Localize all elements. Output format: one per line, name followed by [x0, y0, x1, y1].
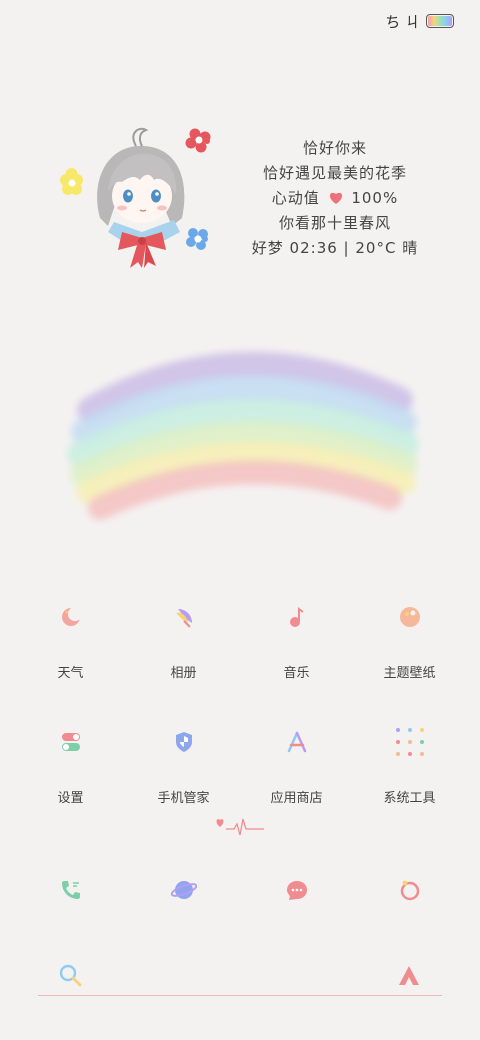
rainbow-battery-icon — [426, 14, 454, 28]
music-note-icon — [277, 597, 317, 637]
red-flower-icon — [185, 128, 211, 153]
poem-line-2: 恰好遇见最美的花季 — [262, 164, 407, 182]
app-theme-wallpaper[interactable]: 主题壁纸 — [353, 597, 466, 681]
app-music[interactable]: 音乐 — [240, 597, 353, 681]
heartbeat-divider-icon — [216, 818, 264, 836]
app-label: 手机管家 — [157, 791, 210, 806]
phone-icon — [51, 868, 91, 912]
message-bubble-icon — [277, 868, 317, 912]
feather-album-icon — [164, 597, 204, 637]
app-browser[interactable] — [127, 868, 240, 912]
app-camera[interactable] — [353, 868, 466, 912]
shield-icon — [164, 722, 204, 762]
camera-icon — [390, 868, 430, 912]
yellow-flower-icon — [60, 168, 83, 195]
palette-icon — [390, 597, 430, 637]
app-app-store[interactable]: 应用商店 — [240, 722, 353, 806]
dock — [14, 868, 466, 912]
app-grid-row-1: 天气 相册 音乐 主题壁纸 — [14, 597, 466, 681]
sleep-weather-line: 好梦 02:36 | 20°C 晴 — [251, 239, 419, 257]
poem-widget[interactable]: 恰好你来 恰好遇见最美的花季 心动值 100% 你看那十里春风 好梦 02:36… — [240, 136, 430, 261]
app-settings[interactable]: 设置 — [14, 722, 127, 806]
app-label: 相册 — [170, 666, 197, 681]
heart-value-prefix: 心动值 — [271, 189, 320, 207]
poem-line-4: 你看那十里春风 — [278, 214, 391, 232]
app-label: 音乐 — [283, 666, 310, 681]
anime-girl-illustration — [60, 127, 211, 268]
moon-weather-icon — [51, 597, 91, 637]
search-icon[interactable] — [58, 963, 84, 989]
planet-browser-icon — [164, 868, 204, 912]
search-bar[interactable] — [38, 955, 442, 996]
app-album[interactable]: 相册 — [127, 597, 240, 681]
app-system-tools[interactable]: 系统工具 — [353, 722, 466, 806]
rainbow-illustration — [67, 351, 419, 520]
app-grid-row-2: 设置 手机管家 应用商店 系统工具 — [14, 722, 466, 806]
assistant-logo-icon[interactable] — [396, 963, 422, 989]
heart-value: 100% — [351, 189, 399, 207]
blue-flower-icon — [186, 228, 208, 250]
dot-grid-icon — [390, 722, 430, 762]
app-messages[interactable] — [240, 868, 353, 912]
toggle-settings-icon — [51, 722, 91, 762]
status-glyphs: ち ㄐ — [385, 12, 420, 31]
app-label: 系统工具 — [383, 791, 436, 806]
app-store-icon — [277, 722, 317, 762]
heart-icon — [329, 192, 342, 204]
app-label: 应用商店 — [270, 791, 323, 806]
app-weather[interactable]: 天气 — [14, 597, 127, 681]
app-label: 设置 — [57, 791, 84, 806]
heart-value-line: 心动值 100% — [240, 186, 430, 211]
app-phone[interactable] — [14, 868, 127, 912]
status-bar: ち ㄐ — [385, 10, 454, 32]
app-label: 天气 — [57, 666, 84, 681]
app-phone-manager[interactable]: 手机管家 — [127, 722, 240, 806]
poem-line-1: 恰好你来 — [302, 139, 367, 157]
app-label: 主题壁纸 — [383, 666, 436, 681]
